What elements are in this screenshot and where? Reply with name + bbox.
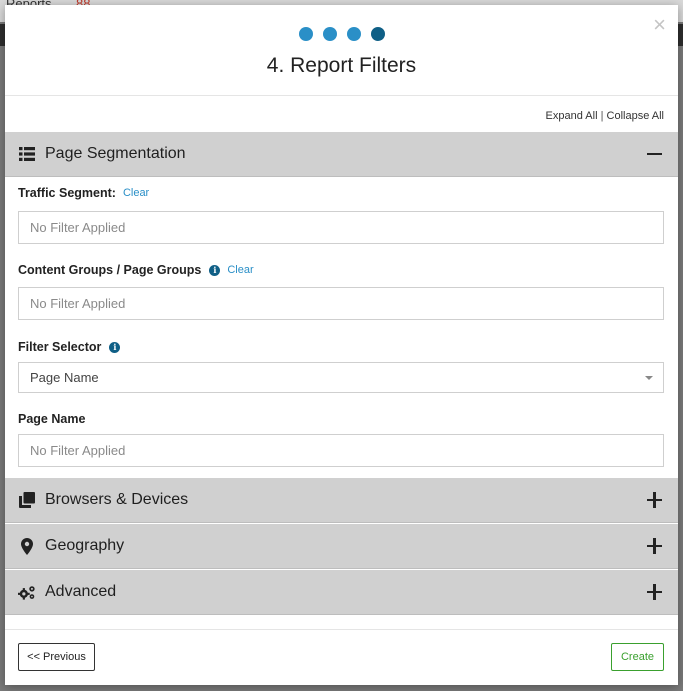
chevron-down-icon (645, 376, 653, 380)
section-browsers-devices[interactable]: Browsers & Devices (5, 478, 678, 523)
expand-all-link[interactable]: Expand All (546, 110, 598, 122)
filter-selector-value: Page Name (30, 370, 99, 385)
section-label-advanced: Advanced (45, 583, 117, 600)
expand-icon[interactable] (647, 492, 663, 508)
step-dot-1 (298, 27, 313, 41)
expand-icon[interactable] (647, 584, 663, 600)
map-marker-icon (18, 537, 36, 555)
traffic-segment-input[interactable]: No Filter Applied (18, 211, 664, 244)
section-label-page-segmentation: Page Segmentation (45, 145, 186, 162)
expand-icon[interactable] (647, 538, 663, 554)
section-advanced[interactable]: Advanced (5, 570, 678, 615)
content-groups-input[interactable]: No Filter Applied (18, 287, 664, 320)
collapse-icon[interactable] (647, 146, 663, 162)
footer-divider (5, 629, 678, 630)
content-groups-clear-link[interactable]: Clear (227, 264, 253, 276)
page-name-input[interactable]: No Filter Applied (18, 434, 664, 467)
section-label-browsers-devices: Browsers & Devices (45, 491, 189, 508)
filter-selector-label-text: Filter Selector (18, 340, 102, 354)
modal-title: 4. Report Filters (266, 54, 417, 77)
step-dot-3 (346, 27, 361, 41)
gears-icon (18, 583, 36, 601)
content-groups-label-text: Content Groups / Page Groups (18, 263, 202, 277)
section-label-geography: Geography (45, 537, 125, 554)
expand-collapse-links: Expand All | Collapse All (546, 110, 664, 122)
step-dot-4 (370, 27, 385, 41)
content-groups-label: Content Groups / Page Groups i Clear (18, 263, 254, 277)
create-button[interactable]: Create (611, 643, 664, 671)
info-icon[interactable]: i (109, 341, 121, 353)
previous-button[interactable]: << Previous (18, 643, 95, 671)
traffic-segment-clear-link[interactable]: Clear (123, 187, 149, 199)
traffic-segment-label-text: Traffic Segment: (18, 186, 116, 200)
list-icon (18, 145, 36, 163)
link-separator: | (600, 110, 604, 122)
copy-icon (18, 491, 36, 509)
filter-selector-dropdown[interactable]: Page Name (18, 362, 664, 393)
section-page-segmentation[interactable]: Page Segmentation (5, 132, 678, 177)
page-name-label-text: Page Name (18, 412, 86, 426)
filter-selector-label: Filter Selector i (18, 340, 121, 354)
collapse-all-link[interactable]: Collapse All (607, 110, 664, 122)
info-icon[interactable]: i (209, 264, 221, 276)
page-name-label: Page Name (18, 412, 85, 426)
step-dot-2 (322, 27, 337, 41)
report-filters-modal: × 4. Report Filters Expand All | Collaps… (5, 5, 678, 685)
traffic-segment-label: Traffic Segment: Clear (18, 186, 149, 200)
step-indicator (5, 27, 678, 41)
section-geography[interactable]: Geography (5, 524, 678, 569)
header-divider (5, 95, 678, 96)
